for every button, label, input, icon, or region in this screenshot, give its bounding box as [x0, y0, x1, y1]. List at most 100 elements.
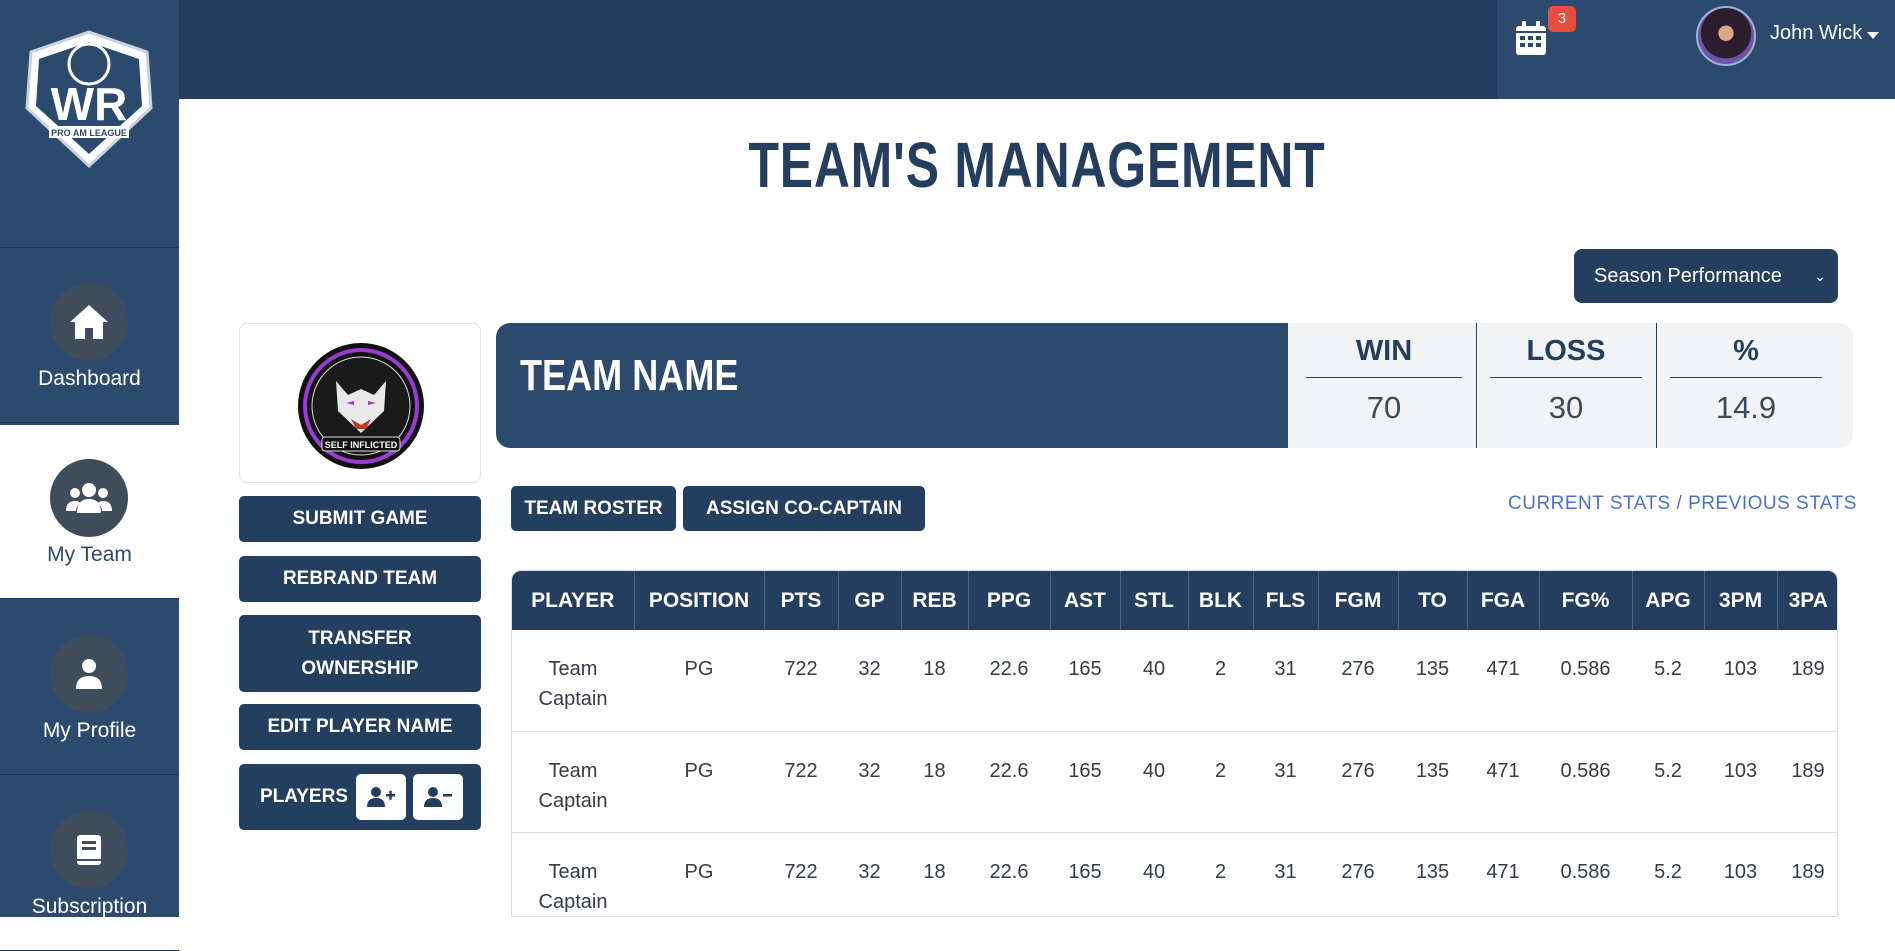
table-cell: 135 [1398, 630, 1467, 732]
user-plus-icon [367, 787, 395, 807]
table-cell: 22.6 [968, 832, 1050, 916]
submit-game-button[interactable]: SUBMIT GAME [239, 496, 481, 542]
tab-team-roster[interactable]: TEAM ROSTER [511, 486, 676, 531]
league-logo-shield-icon: WR PRO AM LEAGUE [25, 30, 153, 169]
column-header[interactable]: REB [901, 571, 969, 630]
loss-label: LOSS [1480, 335, 1652, 378]
column-header[interactable]: PLAYER [512, 571, 635, 630]
sidebar-item-dashboard[interactable]: Dashboard [0, 249, 179, 423]
table-cell: 103 [1704, 832, 1777, 916]
column-header[interactable]: PTS [764, 571, 839, 630]
sidebar-item-my-profile[interactable]: My Profile [0, 601, 179, 775]
table-cell: 276 [1318, 731, 1398, 833]
rebrand-team-button[interactable]: REBRAND TEAM [239, 556, 481, 602]
column-header[interactable]: STL [1120, 571, 1189, 630]
svg-text:PRO AM LEAGUE: PRO AM LEAGUE [51, 128, 127, 138]
column-header[interactable]: GP [838, 571, 902, 630]
add-player-button[interactable] [356, 774, 406, 820]
current-stats-link[interactable]: CURRENT STATS [1508, 493, 1671, 514]
stat-divider [1656, 323, 1657, 448]
caret-down-icon[interactable] [1867, 32, 1879, 39]
notification-badge: 3 [1548, 6, 1576, 32]
pct-stat: % 14.9 [1660, 323, 1832, 448]
table-cell: 135 [1398, 731, 1467, 833]
stats-separator: / [1670, 493, 1689, 514]
table-cell: 165 [1050, 832, 1120, 916]
pct-label: % [1660, 335, 1832, 378]
team-summary-card: TEAM NAME WIN 70 LOSS 30 % 14.9 [496, 323, 1853, 448]
column-header[interactable]: 3PM [1704, 571, 1778, 630]
sidebar-item-label: My Team [47, 543, 132, 566]
table-cell: 103 [1704, 630, 1777, 732]
table-cell: 31 [1253, 731, 1318, 833]
sidebar: WR PRO AM LEAGUE Dashboard My Team My Pr… [0, 0, 179, 951]
table-row[interactable]: Team Captain PG 722 32 18 22.6 165 40 2 … [512, 832, 1837, 916]
table-cell: 22.6 [968, 630, 1050, 732]
table-cell: 31 [1253, 630, 1318, 732]
user-icon [50, 635, 128, 713]
table-cell: 2 [1188, 731, 1253, 833]
table-row[interactable]: Team Captain PG 722 32 18 22.6 165 40 2 … [512, 630, 1837, 732]
table-cell: 189 [1777, 630, 1837, 732]
table-cell: Team Captain [512, 731, 634, 833]
sidebar-item-subscription[interactable]: Subscription [0, 777, 179, 951]
table-cell: 22.6 [968, 731, 1050, 833]
table-cell: 0.586 [1539, 630, 1632, 732]
users-icon [50, 459, 128, 537]
table-cell: 276 [1318, 832, 1398, 916]
table-cell: 40 [1120, 630, 1188, 732]
table-cell: Team Captain [512, 832, 634, 916]
loss-stat: LOSS 30 [1480, 323, 1652, 448]
table-header-row: PLAYER POSITION PTS GP REB PPG AST STL B… [512, 571, 1837, 630]
column-header[interactable]: FG% [1539, 571, 1633, 630]
table-cell: 31 [1253, 832, 1318, 916]
stats-toggle: CURRENT STATS / PREVIOUS STATS [1508, 493, 1857, 515]
remove-player-button[interactable] [413, 774, 463, 820]
table-cell: 165 [1050, 731, 1120, 833]
team-name-box: TEAM NAME [496, 323, 1288, 448]
column-header[interactable]: BLK [1188, 571, 1254, 630]
table-cell: PG [634, 832, 764, 916]
table-cell: 18 [901, 731, 968, 833]
svg-text:WR: WR [51, 78, 128, 130]
calendar-icon[interactable] [1515, 20, 1547, 56]
sidebar-item-my-team[interactable]: My Team [0, 425, 179, 599]
team-logo-card: SELF INFLICTED [239, 323, 481, 483]
column-header[interactable]: FGA [1467, 571, 1540, 630]
edit-player-name-button[interactable]: EDIT PLAYER NAME [239, 704, 481, 750]
home-icon [50, 283, 128, 361]
column-header[interactable]: APG [1632, 571, 1705, 630]
sidebar-item-label: Subscription [31, 895, 148, 918]
table-cell: 32 [838, 630, 901, 732]
column-header[interactable]: FGM [1318, 571, 1399, 630]
loss-value: 30 [1548, 390, 1584, 425]
column-header[interactable]: AST [1050, 571, 1121, 630]
user-minus-icon [424, 787, 452, 807]
pct-value: 14.9 [1715, 390, 1777, 425]
user-name-dropdown[interactable]: John Wick [1770, 22, 1862, 45]
column-header[interactable]: TO [1398, 571, 1468, 630]
league-logo[interactable]: WR PRO AM LEAGUE [0, 0, 179, 248]
table-cell: 40 [1120, 832, 1188, 916]
chevron-down-icon: ⌄ [1814, 268, 1826, 284]
transfer-ownership-button[interactable]: TRANSFER OWNERSHIP [239, 615, 481, 692]
column-header[interactable]: 3PA [1777, 571, 1837, 630]
table-cell: 2 [1188, 630, 1253, 732]
column-header[interactable]: POSITION [634, 571, 765, 630]
sidebar-item-label: Dashboard [38, 367, 141, 390]
table-cell: 18 [901, 630, 968, 732]
table-cell: Team Captain [512, 630, 634, 732]
table-cell: PG [634, 731, 764, 833]
table-cell: 189 [1777, 832, 1837, 916]
tab-assign-co-captain[interactable]: ASSIGN CO-CAPTAIN [683, 486, 925, 531]
previous-stats-link[interactable]: PREVIOUS STATS [1688, 493, 1857, 514]
book-icon [50, 811, 128, 889]
table-cell: 189 [1777, 731, 1837, 833]
svg-text:SELF INFLICTED: SELF INFLICTED [325, 440, 398, 450]
table-row[interactable]: Team Captain PG 722 32 18 22.6 165 40 2 … [512, 731, 1837, 833]
avatar[interactable] [1696, 6, 1756, 66]
column-header[interactable]: PPG [968, 571, 1051, 630]
performance-select[interactable]: Season Performance ⌄ [1574, 249, 1838, 303]
win-stat: WIN 70 [1296, 323, 1472, 448]
column-header[interactable]: FLS [1253, 571, 1319, 630]
